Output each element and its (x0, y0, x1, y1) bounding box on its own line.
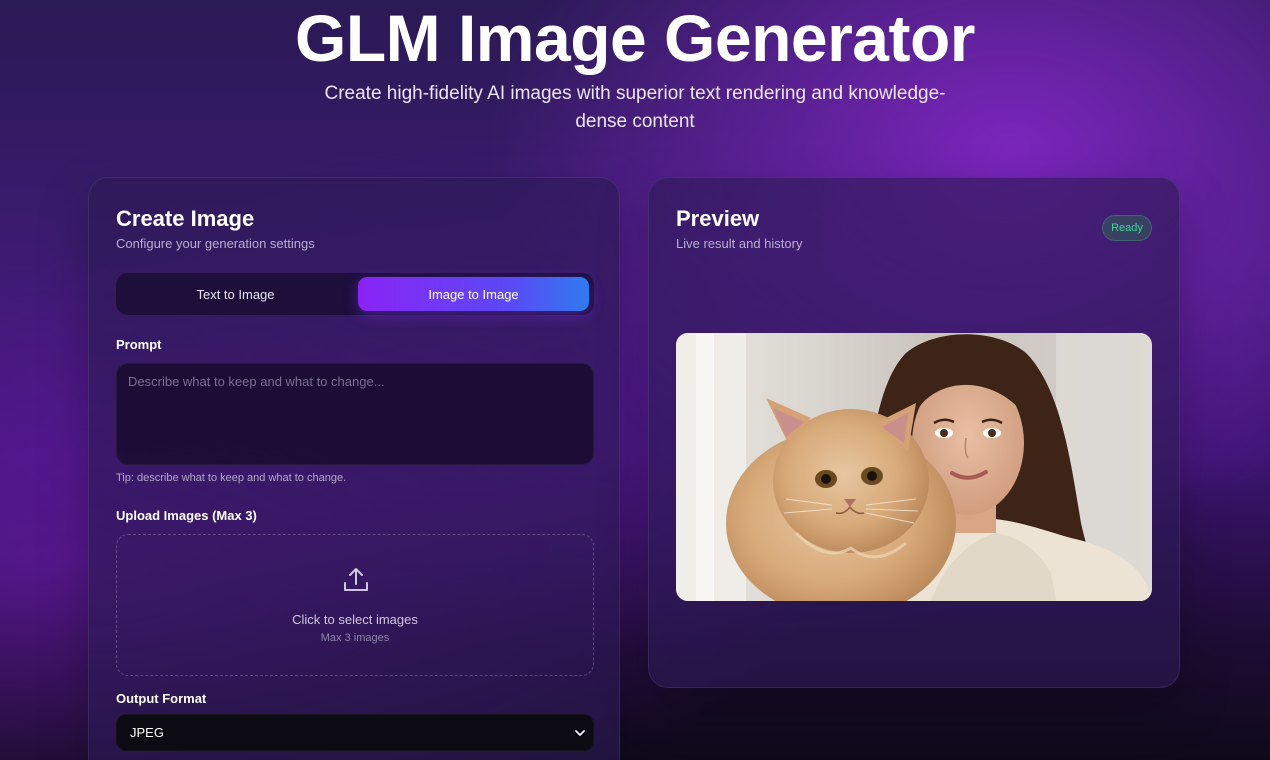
tab-image-to-image[interactable]: Image to Image (358, 277, 589, 311)
status-badge: Ready (1102, 215, 1152, 241)
preview-panel-subtitle: Live result and history (676, 236, 803, 251)
page-title: GLM Image Generator (295, 1, 976, 75)
preview-panel: Preview Live result and history Ready (648, 177, 1180, 688)
upload-icon (344, 568, 368, 591)
upload-dropzone[interactable]: Click to select images Max 3 images (116, 534, 594, 676)
create-panel-title: Create Image (116, 206, 255, 231)
preview-panel-title: Preview (676, 206, 760, 231)
page-subtitle: Create high-fidelity AI images with supe… (324, 83, 946, 132)
mode-toggle: Text to Image Image to Image (116, 273, 594, 315)
preview-image[interactable] (676, 333, 1152, 601)
prompt-tip: Tip: describe what to keep and what to c… (116, 472, 347, 484)
prompt-input[interactable] (116, 363, 594, 465)
chevron-down-icon (575, 730, 585, 736)
upload-main-text: Click to select images (292, 612, 418, 627)
upload-sub-text: Max 3 images (320, 632, 390, 644)
output-format-select[interactable]: JPEG (116, 714, 594, 751)
prompt-label: Prompt (116, 337, 162, 352)
upload-label: Upload Images (Max 3) (116, 508, 257, 523)
output-format-value: JPEG (130, 725, 164, 740)
tab-text-to-image[interactable]: Text to Image (120, 277, 351, 311)
output-format-label: Output Format (116, 691, 207, 706)
create-panel-subtitle: Configure your generation settings (116, 236, 315, 251)
create-image-panel: Create Image Configure your generation s… (88, 177, 620, 760)
woman-with-cat-photo (676, 333, 1152, 601)
